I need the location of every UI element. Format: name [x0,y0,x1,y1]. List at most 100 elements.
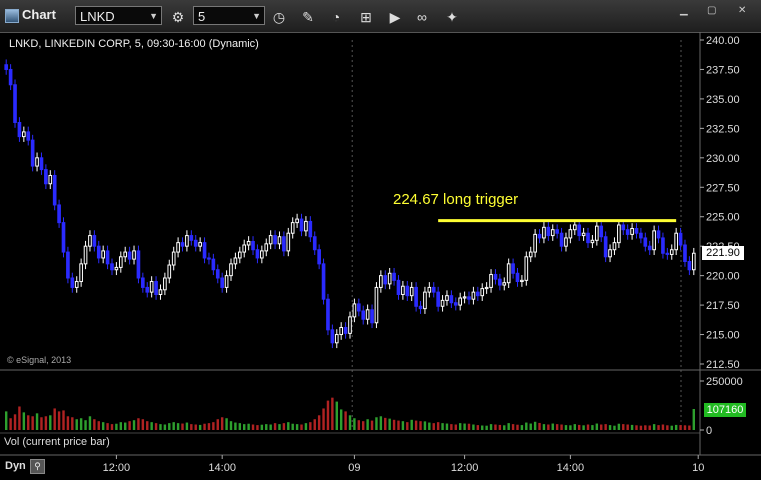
chevron-down-icon[interactable]: ▼ [252,7,261,26]
candle-body [612,242,617,251]
time-tick-label: 12:00 [451,462,479,474]
candle-body [163,277,167,291]
candle-body [555,229,559,234]
candle-body [308,220,313,238]
candle-body [317,249,321,265]
candle-body [577,224,582,237]
cursor-icon[interactable]: ⊞ [355,6,377,28]
candle-body [537,233,542,239]
price-tick-label: 217.50 [706,300,740,312]
candle-body [572,224,577,231]
candle-body [255,249,260,259]
candle-body [282,236,286,252]
play-icon[interactable]: ▶ [384,6,406,28]
candle-body [550,229,555,237]
candle-body [264,243,269,252]
axes: 240.00 237.50 235.00 232.50 230.00 227.50 225.… [0,32,761,474]
candle-body [595,225,599,241]
candle-body [661,237,665,254]
candle-body [691,252,696,271]
candle-body [656,230,661,239]
candle-body [405,285,410,297]
symbol-input[interactable]: LNKD ▼ [75,6,162,25]
candle-body [467,296,471,300]
candle-body [83,245,88,265]
candle-body [669,249,674,255]
candle-body [207,257,211,260]
candle-body [630,228,634,235]
candle-body [4,64,9,70]
candle-body [96,245,101,259]
candle-body [625,229,630,235]
candle-body [30,139,35,167]
candle-body [52,174,57,206]
candle-body [330,329,335,344]
candle-body [568,229,573,239]
interval-input[interactable]: 5 ▼ [193,6,265,25]
pencil-icon[interactable]: ✎ [297,6,319,28]
candle-body [498,278,502,286]
candle-body [528,251,533,258]
candle-body [211,258,216,271]
candle-body [418,305,423,310]
chart-style-icon[interactable]: ◔ [325,6,347,28]
candle-body [431,286,436,293]
dyn-label[interactable]: Dyn [5,460,26,472]
candle-body [132,250,136,260]
candle-body [683,244,687,262]
price-tick-label: 240.00 [706,35,740,47]
candle-body [286,232,291,252]
link-icon[interactable]: ∞ [411,6,433,28]
price-tick-label: 225.00 [706,212,740,224]
candle-body [458,297,463,306]
candle-body [70,277,75,288]
candle-body [171,251,176,266]
pin-icon[interactable]: ✦ [441,6,463,28]
chevron-down-icon[interactable]: ▼ [149,7,158,26]
candle-body [145,286,150,293]
candle-body [26,131,31,141]
candle-body [193,239,198,247]
maximize-icon[interactable]: ▢ [707,5,716,17]
candle-body [39,157,44,171]
volume-panel-label: Vol (current price bar) [4,436,110,448]
candle-body [352,303,357,318]
candle-body [687,260,692,271]
clock-icon[interactable]: ◷ [268,6,290,28]
cycle-icon[interactable]: ⚙ [167,6,189,28]
candle-body [334,334,339,344]
candle-body [220,277,225,288]
candle-body [229,263,233,277]
candle-body [484,286,489,290]
candle-body [387,272,392,285]
price-tick-label: 212.50 [706,359,740,371]
price-chart[interactable]: 240.00 237.50 235.00 232.50 230.00 227.50 225.… [0,32,761,480]
candle-body [489,273,493,288]
candle-body [295,218,299,224]
candle-body [639,232,643,239]
candle-body [608,249,612,258]
candle-body [586,232,590,244]
candle-body [105,250,110,265]
candle-body [396,279,401,295]
trigger-annotation: 224.67 long trigger [393,191,519,208]
candle-body [8,68,13,86]
candle-body [233,257,238,265]
candle-body [356,303,361,312]
close-icon[interactable]: ✕ [738,5,746,17]
candle-body [674,232,678,251]
zoom-icon[interactable]: ⚲ [30,459,45,474]
candle-body [365,309,370,320]
candle-body [17,121,22,138]
time-tick-label: 14:00 [208,462,236,474]
candle-body [48,174,53,185]
candle-body [44,169,48,185]
volume-tick-label: 0 [706,425,712,437]
candle-body [603,236,608,258]
minimize-icon[interactable]: ▁ [680,5,688,17]
candle-body [453,302,458,306]
candle-body [643,237,648,247]
candle-body [167,264,172,279]
candle-body [260,250,264,259]
candle-body [127,251,132,260]
